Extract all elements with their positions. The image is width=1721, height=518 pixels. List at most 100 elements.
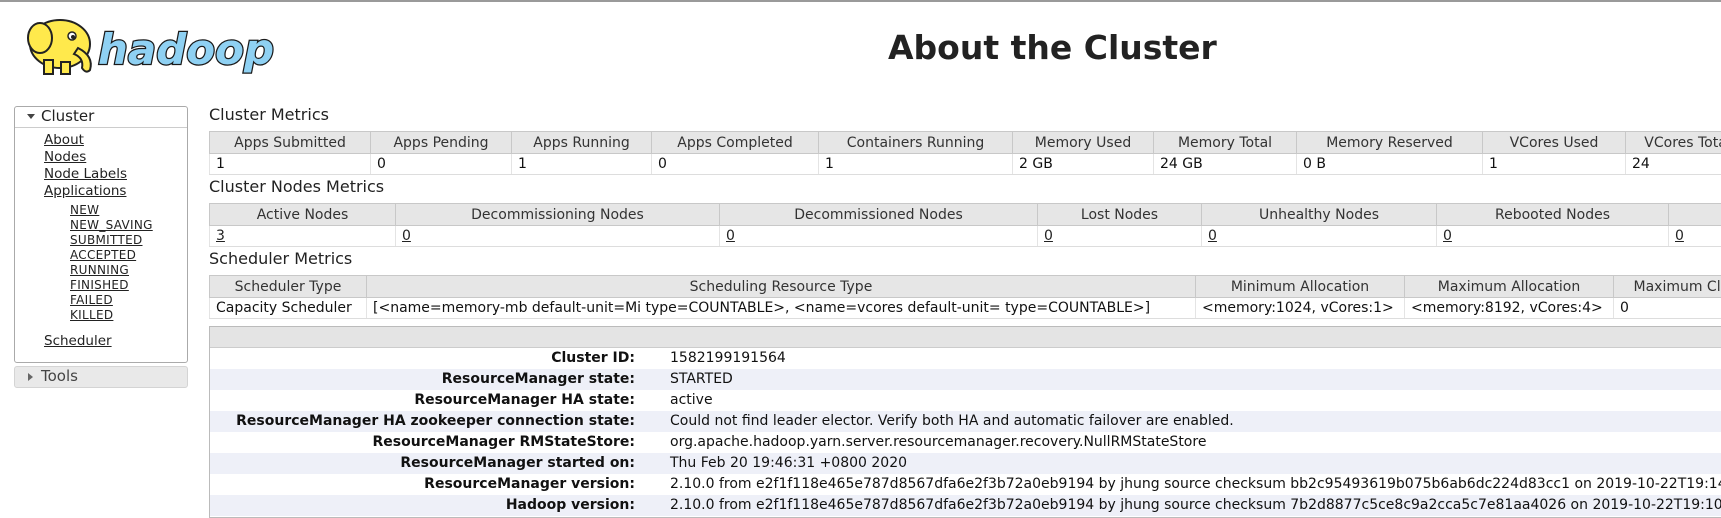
lost-nodes-link[interactable]: 0 [1044, 228, 1053, 244]
table-cell: 0 [719, 225, 1038, 247]
info-key: Hadoop version: [505, 497, 635, 513]
nav-app-state-submitted[interactable]: SUBMITTED [70, 233, 143, 247]
column-header[interactable]: Memory Total [1153, 131, 1297, 154]
column-header[interactable]: Apps Completed [651, 131, 819, 154]
column-header[interactable]: Unhealthy Nodes [1201, 203, 1437, 226]
nodes-metrics-title: Cluster Nodes Metrics [209, 177, 385, 196]
collapsed-triangle-icon [28, 373, 33, 381]
nav-app-state-failed[interactable]: FAILED [70, 293, 113, 307]
decommissioned-nodes-link[interactable]: 0 [726, 228, 735, 244]
cluster-metrics-header-row: Apps Submitted Apps Pending Apps Running… [209, 131, 1721, 154]
info-value: 1582199191564 [670, 350, 786, 366]
nav-link-node-labels[interactable]: Node Labels [44, 166, 127, 182]
info-row-rm-started: ResourceManager started on: Thu Feb 20 1… [210, 453, 1721, 474]
nodes-metrics-table: Active Nodes Decommissioning Nodes Decom… [209, 203, 1721, 247]
info-row-cluster-id: Cluster ID: 1582199191564 [210, 348, 1721, 369]
unhealthy-nodes-link[interactable]: 0 [1208, 228, 1217, 244]
nav-link-about[interactable]: About [44, 132, 84, 148]
info-row-rm-ha-state: ResourceManager HA state: active [210, 390, 1721, 411]
nav-app-state-killed[interactable]: KILLED [70, 308, 113, 322]
table-cell: 24 [1625, 153, 1721, 175]
table-cell: 0 [1037, 225, 1202, 247]
cluster-info-panel: Cluster ID: 1582199191564 ResourceManage… [209, 326, 1721, 518]
info-value: active [670, 392, 713, 408]
column-header[interactable]: Decommissioned Nodes [719, 203, 1038, 226]
rebooted-nodes-link[interactable]: 0 [1443, 228, 1452, 244]
info-row-rm-state: ResourceManager state: STARTED [210, 369, 1721, 390]
table-cell: 0 [395, 225, 720, 247]
nav-app-state-new[interactable]: NEW [70, 203, 99, 217]
column-header[interactable]: Apps Pending [370, 131, 512, 154]
info-value: Thu Feb 20 19:46:31 +0800 2020 [670, 455, 908, 471]
cluster-info-header [210, 327, 1721, 348]
table-cell: 1 [511, 153, 652, 175]
column-header[interactable]: Lost Nodes [1037, 203, 1202, 226]
column-header[interactable]: Decommissioning Nodes [395, 203, 720, 226]
page-title: About the Cluster [888, 28, 1217, 67]
info-key: ResourceManager RMStateStore: [372, 434, 636, 450]
table-row: 1 0 1 0 1 2 GB 24 GB 0 B 1 24 [209, 153, 1721, 175]
nav-app-state-new-saving[interactable]: NEW_SAVING [70, 218, 153, 232]
tools-nav-header[interactable]: Tools [14, 366, 188, 388]
table-cell: 0 [1613, 297, 1721, 319]
logo-wordmark: hadoop [98, 25, 274, 74]
column-header[interactable]: VCores Used [1482, 131, 1626, 154]
table-cell: 0 [1201, 225, 1437, 247]
scheduler-metrics-header-row: Scheduler Type Scheduling Resource Type … [209, 275, 1721, 298]
info-row-hadoop-version: Hadoop version: 2.10.0 from e2f1f118e465… [210, 495, 1721, 516]
table-cell: [<name=memory-mb default-unit=Mi type=CO… [366, 297, 1196, 319]
column-header[interactable]: Scheduling Resource Type [366, 275, 1196, 298]
cluster-nav-panel: Cluster About Nodes Node Labels Applicat… [14, 106, 188, 363]
table-cell: <memory:1024, vCores:1> [1195, 297, 1405, 319]
column-header[interactable]: Memory Reserved [1296, 131, 1483, 154]
nav-app-state-accepted[interactable]: ACCEPTED [70, 248, 136, 262]
column-header[interactable]: Maximum Allocation [1404, 275, 1614, 298]
table-cell: 3 [209, 225, 396, 247]
tools-nav-label: Tools [41, 367, 78, 385]
info-value: STARTED [670, 371, 733, 387]
nav-link-nodes[interactable]: Nodes [44, 149, 86, 165]
table-cell: <memory:8192, vCores:4> [1404, 297, 1614, 319]
table-row: Capacity Scheduler [<name=memory-mb defa… [209, 297, 1721, 319]
table-row: 3 0 0 0 0 0 0 [209, 225, 1721, 247]
column-header[interactable]: VCores Total [1625, 131, 1721, 154]
top-border [0, 0, 1721, 2]
nodes-metrics-header-row: Active Nodes Decommissioning Nodes Decom… [209, 203, 1721, 226]
scheduler-metrics-table: Scheduler Type Scheduling Resource Type … [209, 275, 1721, 319]
column-header[interactable]: Containers Running [818, 131, 1013, 154]
table-cell: 0 [651, 153, 819, 175]
table-cell: 24 GB [1153, 153, 1297, 175]
table-cell: 1 [209, 153, 371, 175]
info-row-rm-version: ResourceManager version: 2.10.0 from e2f… [210, 474, 1721, 495]
info-key: ResourceManager HA state: [414, 392, 635, 408]
column-header[interactable] [1668, 203, 1721, 226]
info-key: ResourceManager started on: [400, 455, 635, 471]
nav-app-state-finished[interactable]: FINISHED [70, 278, 129, 292]
column-header[interactable]: Apps Running [511, 131, 652, 154]
nav-link-scheduler[interactable]: Scheduler [44, 333, 112, 349]
column-header[interactable]: Memory Used [1012, 131, 1154, 154]
column-header[interactable]: Apps Submitted [209, 131, 371, 154]
decommissioning-nodes-link[interactable]: 0 [402, 228, 411, 244]
expanded-triangle-icon [27, 114, 35, 119]
column-header[interactable]: Active Nodes [209, 203, 396, 226]
active-nodes-link[interactable]: 3 [216, 228, 225, 244]
nav-app-state-running[interactable]: RUNNING [70, 263, 129, 277]
extra-nodes-link[interactable]: 0 [1675, 228, 1684, 244]
info-value: 2.10.0 from e2f1f118e465e787d8567dfa6e2f… [670, 497, 1721, 513]
info-key: Cluster ID: [551, 350, 635, 366]
column-header[interactable]: Rebooted Nodes [1436, 203, 1669, 226]
hadoop-elephant-logo[interactable]: hadoop [16, 8, 316, 80]
cluster-nav-label: Cluster [41, 107, 95, 125]
cluster-nav-header[interactable]: Cluster [15, 107, 187, 128]
table-cell: Capacity Scheduler [209, 297, 367, 319]
column-header[interactable]: Scheduler Type [209, 275, 367, 298]
nav-link-applications[interactable]: Applications [44, 183, 126, 199]
table-cell: 2 GB [1012, 153, 1154, 175]
column-header[interactable]: Minimum Allocation [1195, 275, 1405, 298]
table-cell: 0 B [1296, 153, 1483, 175]
info-value: 2.10.0 from e2f1f118e465e787d8567dfa6e2f… [670, 476, 1721, 492]
info-row-rm-state-store: ResourceManager RMStateStore: org.apache… [210, 432, 1721, 453]
column-header[interactable]: Maximum Clu [1613, 275, 1721, 298]
info-key: ResourceManager HA zookeeper connection … [236, 413, 635, 429]
